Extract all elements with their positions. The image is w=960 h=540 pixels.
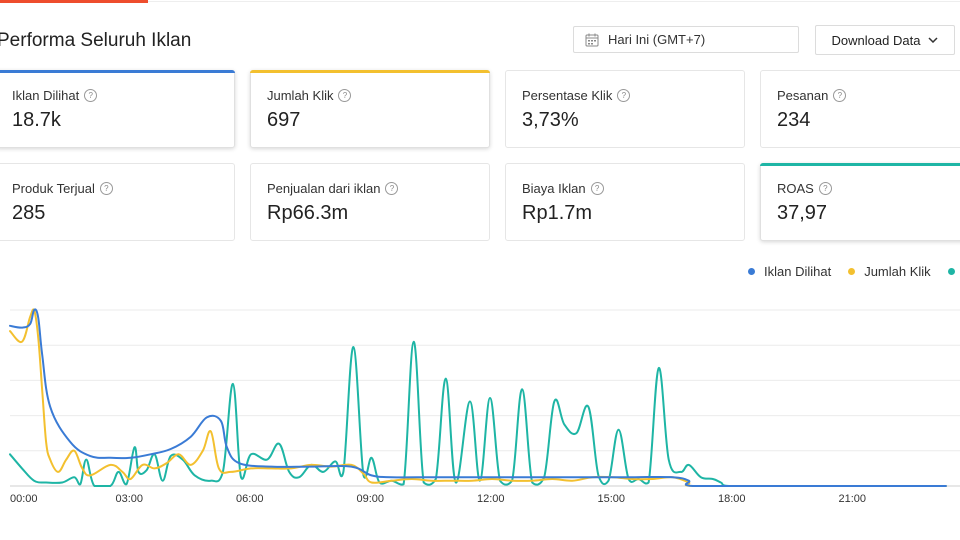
x-tick-label: 12:00 bbox=[477, 493, 505, 505]
metric-label-text: Produk Terjual bbox=[12, 181, 95, 196]
legend-dot-icon bbox=[947, 268, 955, 275]
metric-label: Jumlah Klik? bbox=[267, 88, 352, 103]
metric-card[interactable]: Produk Terjual? 285 bbox=[0, 163, 235, 241]
metric-card[interactable]: Biaya Iklan? Rp1.7m bbox=[505, 163, 745, 241]
x-tick-label: 18:00 bbox=[718, 493, 746, 505]
metric-label-text: Jumlah Klik bbox=[267, 88, 334, 103]
legend-item[interactable]: Iklan Dilihat bbox=[748, 264, 831, 279]
legend-item[interactable]: Jumlah Klik bbox=[848, 264, 931, 279]
metric-label-text: ROAS bbox=[777, 181, 814, 196]
x-tick-label: 06:00 bbox=[236, 493, 264, 505]
x-tick-label: 21:00 bbox=[839, 493, 867, 505]
chart-legend: Iklan Dilihat Jumlah Klik bbox=[748, 264, 960, 279]
legend-dot-icon bbox=[848, 268, 856, 275]
page-top-divider bbox=[148, 1, 960, 2]
metric-label-text: Iklan Dilihat bbox=[12, 88, 80, 103]
metric-accent-bar bbox=[250, 70, 490, 73]
metric-label-text: Persentase Klik bbox=[522, 88, 613, 103]
date-filter[interactable]: Hari Ini (GMT+7) bbox=[573, 26, 799, 53]
metric-card[interactable]: Jumlah Klik? 697 bbox=[250, 70, 490, 148]
legend-label: Jumlah Klik bbox=[864, 264, 931, 279]
metric-label-text: Pesanan bbox=[777, 88, 829, 103]
x-tick-label: 03:00 bbox=[116, 493, 144, 505]
metric-value: Rp66.3m bbox=[267, 202, 349, 224]
help-icon[interactable]: ? bbox=[385, 182, 399, 195]
metric-value: 18.7k bbox=[12, 109, 61, 131]
metric-value: 697 bbox=[267, 109, 301, 131]
download-data-label: Download Data bbox=[831, 32, 921, 48]
performance-line-chart: 00:00 03:00 06:00 09:00 12:00 15:00 18:00 21:00 bbox=[9, 308, 960, 505]
metric-card[interactable]: Pesanan? 234 bbox=[760, 70, 960, 148]
help-icon[interactable]: ? bbox=[617, 89, 631, 102]
help-icon[interactable]: ? bbox=[99, 182, 113, 195]
metric-label: Penjualan dari iklan? bbox=[267, 181, 399, 196]
page-top-accent bbox=[0, 0, 148, 3]
chevron-down-icon bbox=[928, 37, 938, 43]
metric-card[interactable]: Persentase Klik? 3,73% bbox=[505, 70, 745, 148]
metric-value: 285 bbox=[12, 202, 46, 224]
metric-label: Persentase Klik? bbox=[522, 88, 631, 103]
metric-value: Rp1.7m bbox=[522, 202, 593, 224]
metric-label: Pesanan? bbox=[777, 88, 847, 103]
metric-label: Produk Terjual? bbox=[12, 181, 113, 196]
series-line bbox=[9, 340, 947, 488]
metric-label: Biaya Iklan? bbox=[522, 181, 604, 196]
metric-value: 37,97 bbox=[777, 202, 828, 224]
legend-label: Iklan Dilihat bbox=[764, 264, 832, 279]
metric-label: ROAS? bbox=[777, 181, 832, 196]
x-tick-label: 15:00 bbox=[598, 493, 626, 505]
x-tick-label: 00:00 bbox=[10, 493, 38, 505]
help-icon[interactable]: ? bbox=[590, 182, 604, 195]
metric-accent-bar bbox=[0, 70, 235, 73]
metric-label-text: Penjualan dari iklan bbox=[267, 181, 381, 196]
download-data-button[interactable]: Download Data bbox=[815, 25, 955, 55]
x-tick-label: 09:00 bbox=[357, 493, 385, 505]
metric-card[interactable]: Iklan Dilihat? 18.7k bbox=[0, 70, 235, 148]
metric-value: 234 bbox=[777, 109, 811, 131]
legend-dot-icon bbox=[748, 268, 755, 275]
metric-value: 3,73% bbox=[522, 109, 579, 131]
date-filter-label: Hari Ini (GMT+7) bbox=[608, 32, 706, 47]
metric-accent-bar bbox=[760, 163, 960, 166]
metric-card[interactable]: ROAS? 37,97 bbox=[760, 163, 960, 241]
metric-label-text: Biaya Iklan bbox=[522, 181, 586, 196]
page-title: Performa Seluruh Iklan bbox=[0, 30, 192, 51]
help-icon[interactable]: ? bbox=[338, 89, 352, 102]
help-icon[interactable]: ? bbox=[833, 89, 847, 102]
legend-item[interactable] bbox=[947, 268, 960, 275]
help-icon[interactable]: ? bbox=[818, 182, 832, 195]
calendar-icon bbox=[585, 33, 599, 47]
metric-label: Iklan Dilihat? bbox=[12, 88, 98, 103]
metric-card[interactable]: Penjualan dari iklan? Rp66.3m bbox=[250, 163, 490, 241]
help-icon[interactable]: ? bbox=[84, 89, 98, 102]
